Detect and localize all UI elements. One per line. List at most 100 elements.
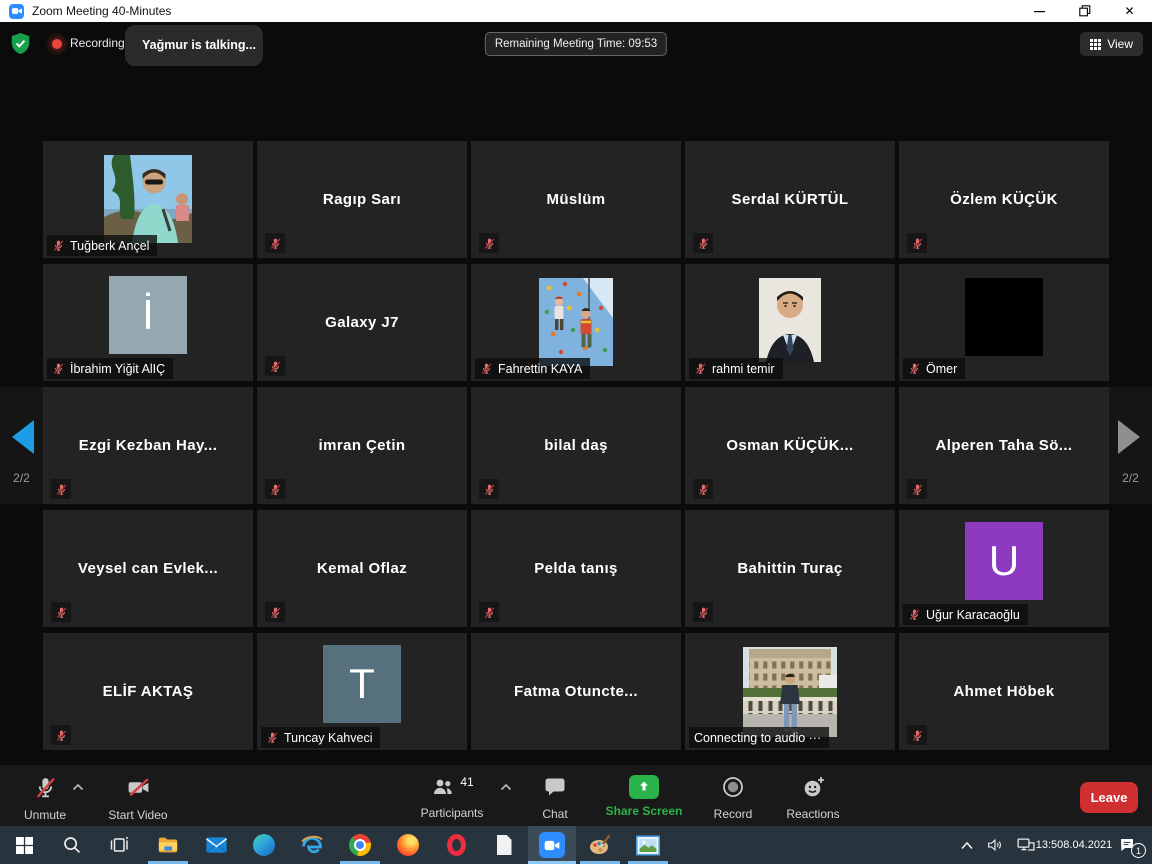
taskbar-icon-zoom[interactable] [528, 826, 576, 864]
share-screen-button[interactable]: Share Screen [597, 775, 691, 818]
unmute-options-chevron[interactable] [72, 779, 84, 794]
participant-grid: 2/2 2/2 Tuğberk AnçelRagıp SarıMüslümSer… [0, 66, 1152, 765]
participant-tile[interactable]: İİbrahim Yiğit AlIÇ [43, 264, 253, 381]
participant-name: Müslüm [471, 141, 681, 258]
participant-name-tag: Uğur Karacaoğlu [903, 604, 1028, 625]
muted-mic-icon [480, 362, 493, 375]
reactions-label: Reactions [786, 807, 839, 821]
participant-tile[interactable]: rahmi temir [685, 264, 895, 381]
system-tray: 13:50 8.04.2021 1 [954, 826, 1148, 864]
zoom-app-icon [9, 4, 24, 19]
window-title: Zoom Meeting 40-Minutes [32, 4, 171, 18]
participant-name: Ahmet Höbek [899, 633, 1109, 750]
participant-avatar: U [965, 522, 1043, 600]
muted-mic-icon [52, 239, 65, 252]
windows-taskbar: 13:50 8.04.2021 1 [0, 826, 1152, 864]
participant-tile[interactable]: Galaxy J7 [257, 264, 467, 381]
participant-tile[interactable]: Özlem KÜÇÜK [899, 141, 1109, 258]
taskbar-icon-chrome[interactable] [336, 826, 384, 864]
participant-video [759, 278, 821, 362]
participants-icon [430, 775, 456, 802]
taskbar-icon-opera[interactable] [432, 826, 480, 864]
participant-tile[interactable]: Serdal KÜRTÜL [685, 141, 895, 258]
participant-tile[interactable]: Connecting to audio ··· [685, 633, 895, 750]
participants-options-chevron[interactable] [500, 779, 512, 794]
participant-tile[interactable]: Kemal Oflaz [257, 510, 467, 627]
participant-tile[interactable]: Bahittin Turaç [685, 510, 895, 627]
chat-button[interactable]: Chat [527, 775, 583, 821]
participant-name: Galaxy J7 [257, 264, 467, 381]
participant-video [743, 647, 837, 737]
participant-tile[interactable]: Veysel can Evlek... [43, 510, 253, 627]
muted-mic-icon [908, 608, 921, 621]
participant-name: Pelda tanış [471, 510, 681, 627]
participant-tile[interactable]: U Uğur Karacaoğlu [899, 510, 1109, 627]
muted-mic-icon [265, 233, 285, 253]
participant-tile[interactable]: Pelda tanış [471, 510, 681, 627]
share-screen-icon [629, 775, 659, 799]
remaining-time-badge: Remaining Meeting Time: 09:53 [485, 32, 667, 56]
volume-icon[interactable] [980, 826, 1010, 864]
taskbar-icon-mail[interactable] [192, 826, 240, 864]
reactions-button[interactable]: Reactions [774, 775, 852, 821]
clock-time: 13:50 [1036, 839, 1064, 852]
participant-tile[interactable]: Tuğberk Ançel [43, 141, 253, 258]
participant-tile[interactable]: Fatma Otuncte... [471, 633, 681, 750]
start-video-button[interactable]: Start Video [98, 775, 178, 822]
participants-button[interactable]: 41 Participants [410, 775, 494, 820]
muted-mic-icon [265, 479, 285, 499]
security-shield-icon[interactable] [10, 32, 31, 60]
taskbar-clock[interactable]: 13:50 8.04.2021 [1042, 826, 1106, 864]
participant-tile[interactable]: Müslüm [471, 141, 681, 258]
action-center-icon[interactable]: 1 [1106, 826, 1148, 864]
record-icon [721, 775, 745, 802]
restore-button[interactable] [1062, 0, 1107, 22]
start-button[interactable] [0, 826, 48, 864]
page-indicator-right: 2/2 [1109, 471, 1152, 485]
participant-name: bilal daş [471, 387, 681, 504]
participant-name-tag: Ömer [903, 358, 965, 379]
taskbar-icon-search[interactable] [48, 826, 96, 864]
participant-tile[interactable]: bilal daş [471, 387, 681, 504]
record-button[interactable]: Record [703, 775, 763, 821]
page-nav-left: 2/2 [0, 387, 43, 504]
participant-avatar: T [323, 645, 401, 723]
leave-button[interactable]: Leave [1080, 782, 1138, 813]
taskbar-icon-internet-explorer[interactable] [288, 826, 336, 864]
page-nav-right: 2/2 [1109, 387, 1152, 504]
minimize-button[interactable] [1017, 0, 1062, 22]
participant-name: Fatma Otuncte... [471, 633, 681, 750]
muted-mic-icon [479, 233, 499, 253]
unmute-button[interactable]: Unmute [15, 775, 75, 822]
prev-page-button[interactable] [12, 420, 34, 454]
participant-tile[interactable]: imran Çetin [257, 387, 467, 504]
participant-tile[interactable]: Alperen Taha Sö... [899, 387, 1109, 504]
grid-view-icon [1090, 39, 1101, 50]
taskbar-icon-task-view[interactable] [96, 826, 144, 864]
next-page-button[interactable] [1118, 420, 1140, 454]
video-off-icon [125, 775, 152, 803]
participant-name: Tuncay Kahveci [284, 731, 372, 745]
participant-tile[interactable]: T Tuncay Kahveci [257, 633, 467, 750]
participant-tile[interactable]: ELİF AKTAŞ [43, 633, 253, 750]
close-button[interactable]: ✕ [1107, 0, 1152, 22]
tray-chevron-up-icon[interactable] [954, 826, 980, 864]
participant-tile[interactable]: Ezgi Kezban Hay... [43, 387, 253, 504]
participant-tile[interactable]: Ahmet Höbek [899, 633, 1109, 750]
taskbar-icon-firefox[interactable] [384, 826, 432, 864]
taskbar-icon-photos[interactable] [624, 826, 672, 864]
participant-avatar: İ [109, 276, 187, 354]
participant-tile[interactable]: Ömer [899, 264, 1109, 381]
participant-name: Ragıp Sarı [257, 141, 467, 258]
participant-tile[interactable]: Fahrettin KAYA [471, 264, 681, 381]
participant-tile[interactable]: Osman KÜÇÜK... [685, 387, 895, 504]
participant-tile[interactable]: Ragıp Sarı [257, 141, 467, 258]
view-button[interactable]: View [1080, 32, 1143, 56]
taskbar-icon-edge[interactable] [240, 826, 288, 864]
participant-name: Bahittin Turaç [685, 510, 895, 627]
participant-name: imran Çetin [257, 387, 467, 504]
muted-mic-icon [265, 602, 285, 622]
taskbar-icon-notepad[interactable] [480, 826, 528, 864]
taskbar-icon-file-explorer[interactable] [144, 826, 192, 864]
taskbar-icon-paint[interactable] [576, 826, 624, 864]
